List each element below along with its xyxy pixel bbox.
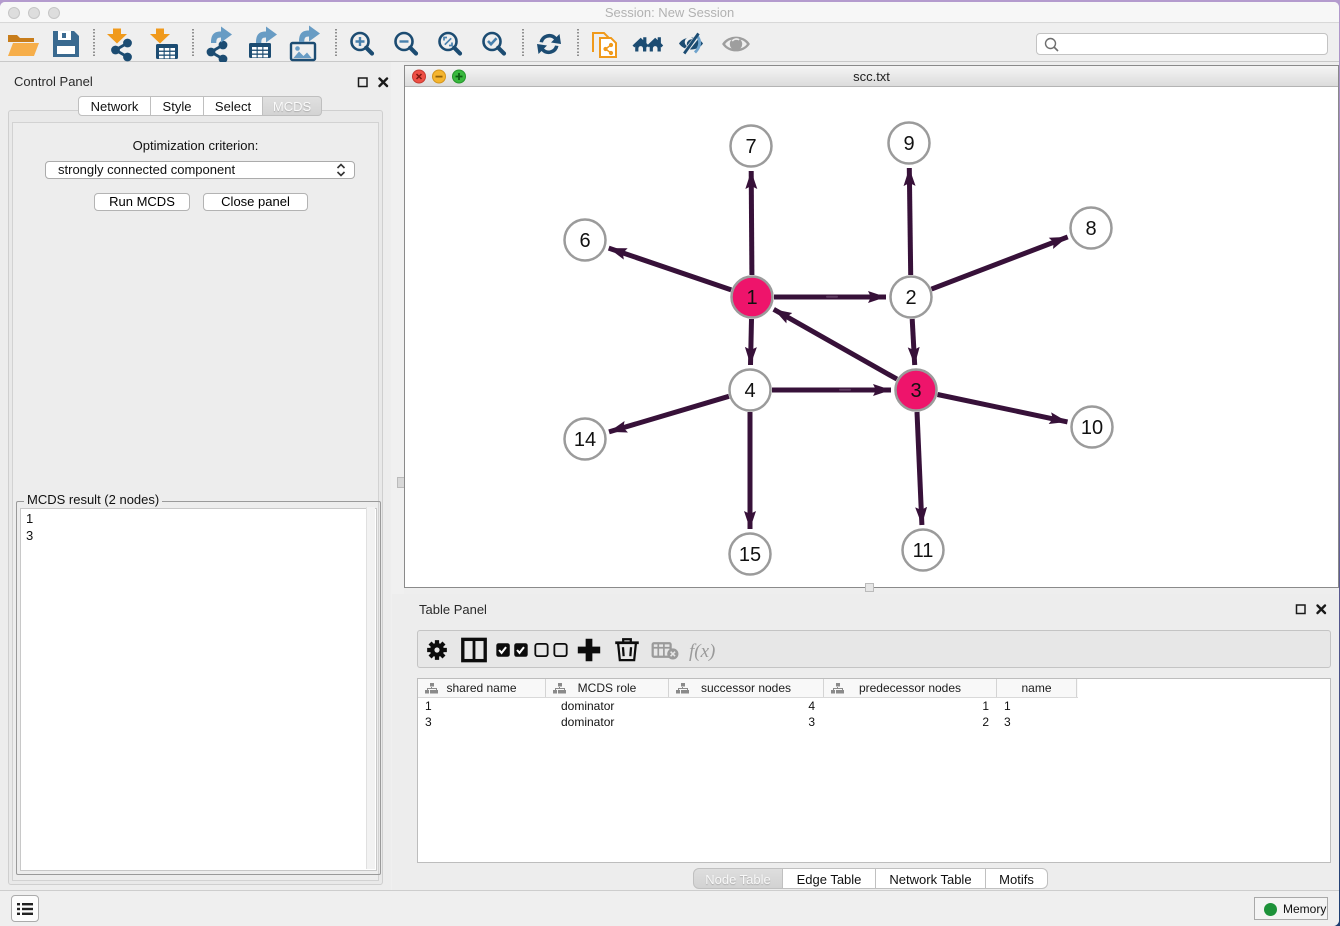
svg-text:6: 6 [579, 230, 590, 252]
svg-text:2: 2 [905, 287, 916, 309]
svg-text:8: 8 [1085, 218, 1096, 240]
svg-text:14: 14 [574, 429, 596, 451]
svg-text:7: 7 [745, 136, 756, 158]
svg-text:4: 4 [744, 380, 755, 402]
svg-text:10: 10 [1081, 417, 1103, 439]
svg-text:f(x): f(x) [689, 641, 715, 662]
svg-text:3: 3 [910, 380, 921, 402]
svg-text:9: 9 [903, 133, 914, 155]
svg-text:1: 1 [746, 287, 757, 309]
svg-text:15: 15 [739, 544, 761, 566]
svg-text:11: 11 [913, 540, 934, 562]
